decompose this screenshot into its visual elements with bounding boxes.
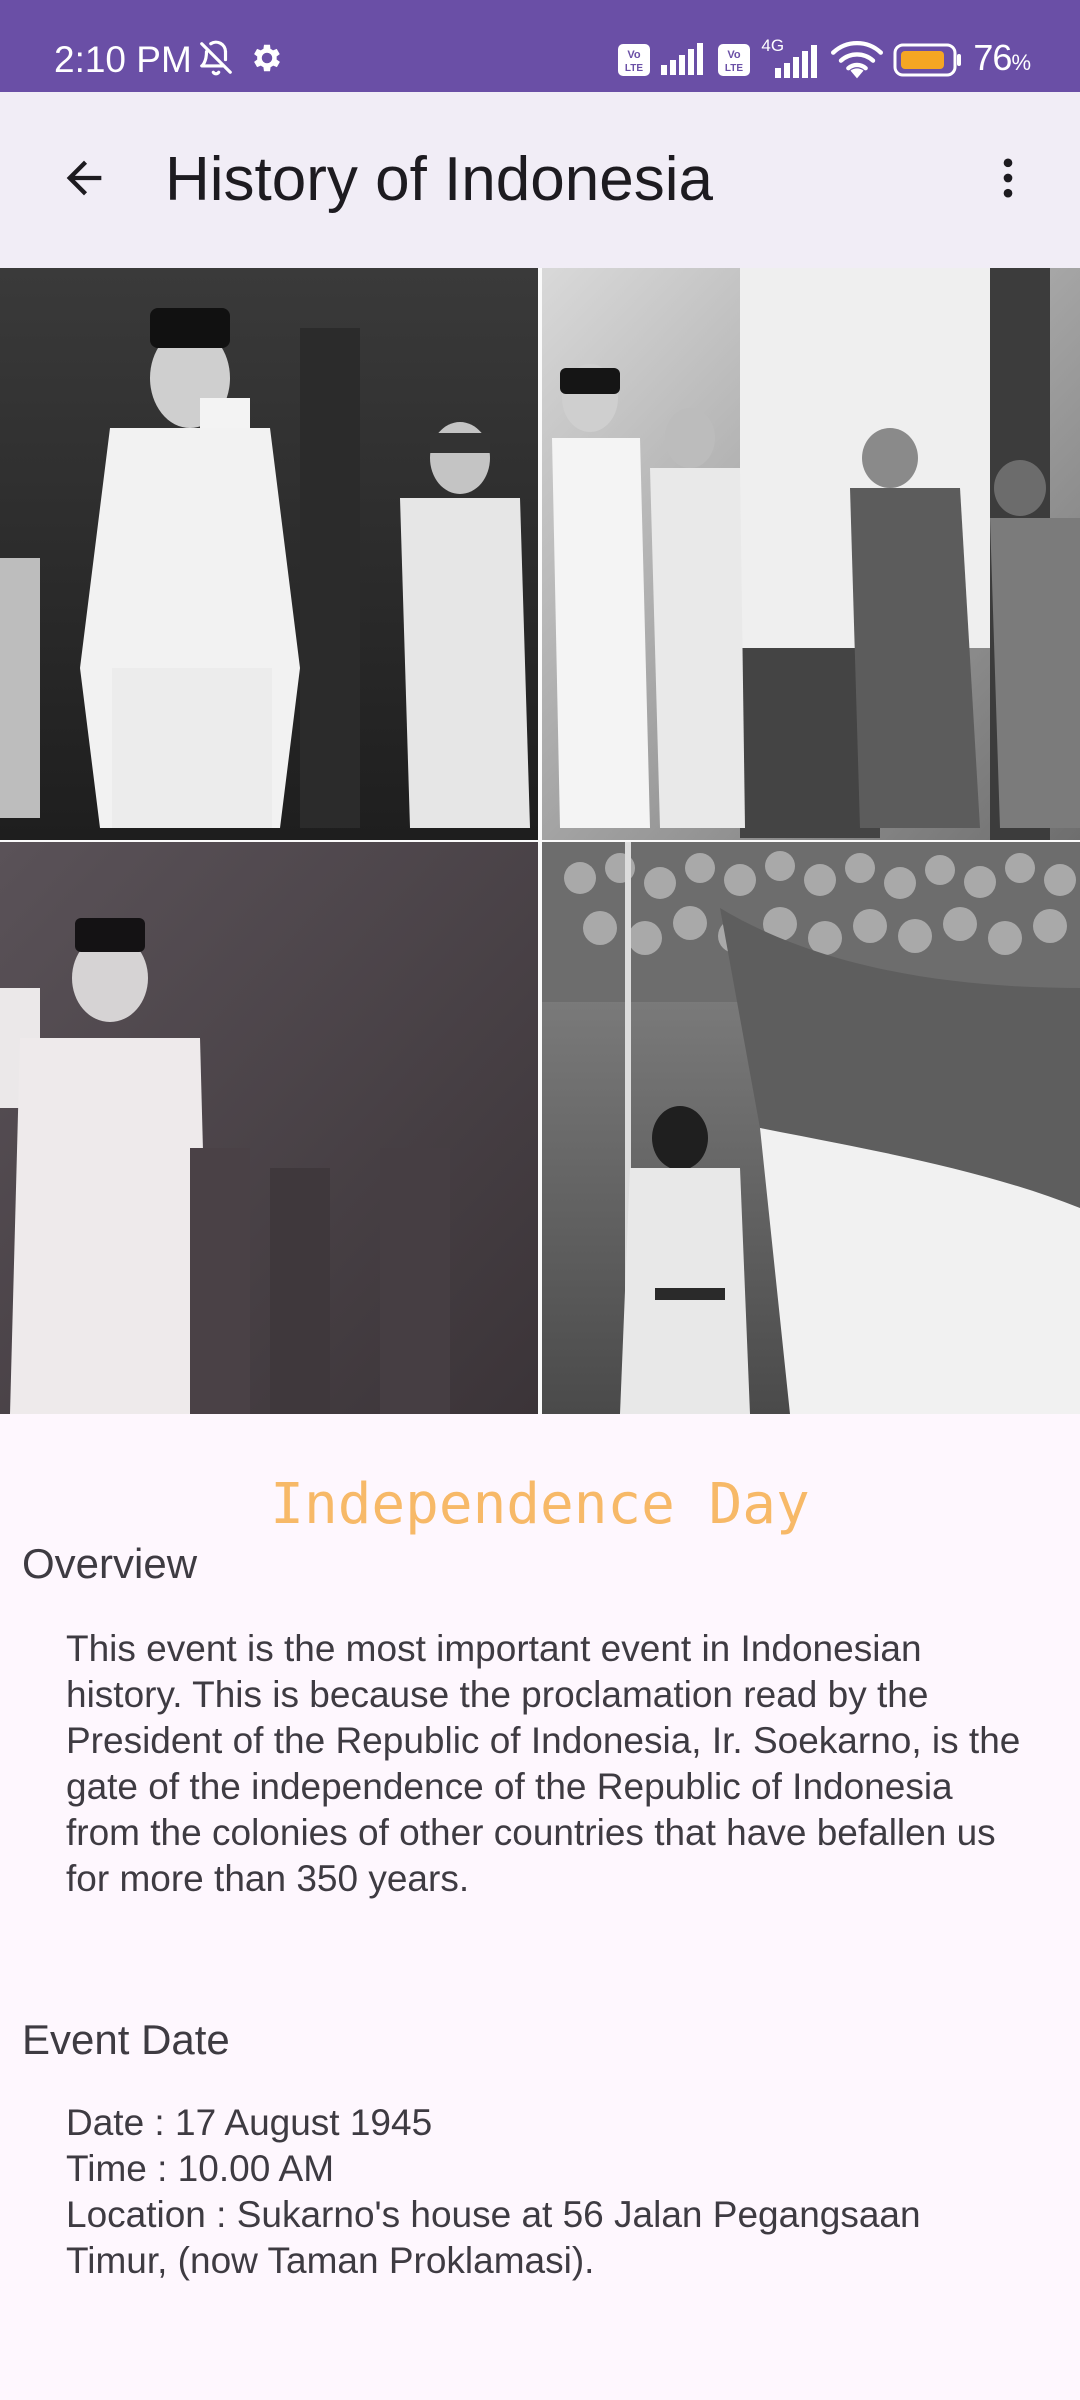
- back-button[interactable]: [36, 132, 132, 228]
- overview-body: This event is the most important event i…: [66, 1626, 1026, 1902]
- svg-text:Vo: Vo: [728, 49, 742, 61]
- more-vert-icon: [982, 152, 1034, 209]
- app-bar: History of Indonesia: [0, 92, 1080, 268]
- settings-gear-icon: [249, 40, 285, 81]
- photo-speech: [0, 842, 538, 1414]
- status-bar: 2:10 PM Vo LTE Vo LTE 4G 76%: [0, 0, 1080, 92]
- photo-flag-raising-crowd: [542, 842, 1080, 1414]
- svg-text:LTE: LTE: [725, 63, 743, 74]
- event-date-heading: Event Date: [22, 2016, 230, 2063]
- volte-badge-icon: Vo LTE: [617, 43, 651, 77]
- hero-photo-collage: [0, 268, 1080, 1414]
- overview-text: This event is the most important event i…: [66, 1628, 1021, 1899]
- volte-badge-icon-2: Vo LTE: [717, 43, 751, 77]
- photo-proclamation-reading: [0, 268, 538, 840]
- overview-heading: Overview: [22, 1540, 198, 1587]
- overflow-menu-button[interactable]: [960, 132, 1056, 228]
- page-title: History of Indonesia: [165, 145, 713, 214]
- wifi-icon: [831, 40, 884, 80]
- svg-text:Vo: Vo: [628, 49, 642, 61]
- battery-percent-value: 76: [973, 36, 1012, 78]
- svg-text:LTE: LTE: [625, 63, 643, 74]
- event-title: Independence Day: [270, 1472, 810, 1537]
- signal-4g-icon: 4G: [761, 36, 821, 80]
- status-right-icons: Vo LTE Vo LTE 4G 76%: [617, 34, 1031, 87]
- event-date-text: Date : 17 August 1945 Time : 10.00 AM Lo…: [66, 2102, 921, 2281]
- arrow-back-icon: [58, 152, 110, 209]
- battery-icon: [893, 42, 963, 78]
- battery-percent: 76%: [973, 34, 1031, 87]
- event-date-body: Date : 17 August 1945 Time : 10.00 AM Lo…: [66, 2100, 1026, 2284]
- battery-percent-unit: %: [1011, 49, 1031, 75]
- signal-strength-icon: [661, 43, 707, 77]
- collage-divider-horizontal: [0, 840, 1080, 842]
- status-time: 2:10 PM: [54, 39, 192, 80]
- photo-flag-ceremony: [542, 268, 1080, 840]
- status-left-icons: [197, 40, 285, 80]
- bell-off-icon: [197, 39, 235, 82]
